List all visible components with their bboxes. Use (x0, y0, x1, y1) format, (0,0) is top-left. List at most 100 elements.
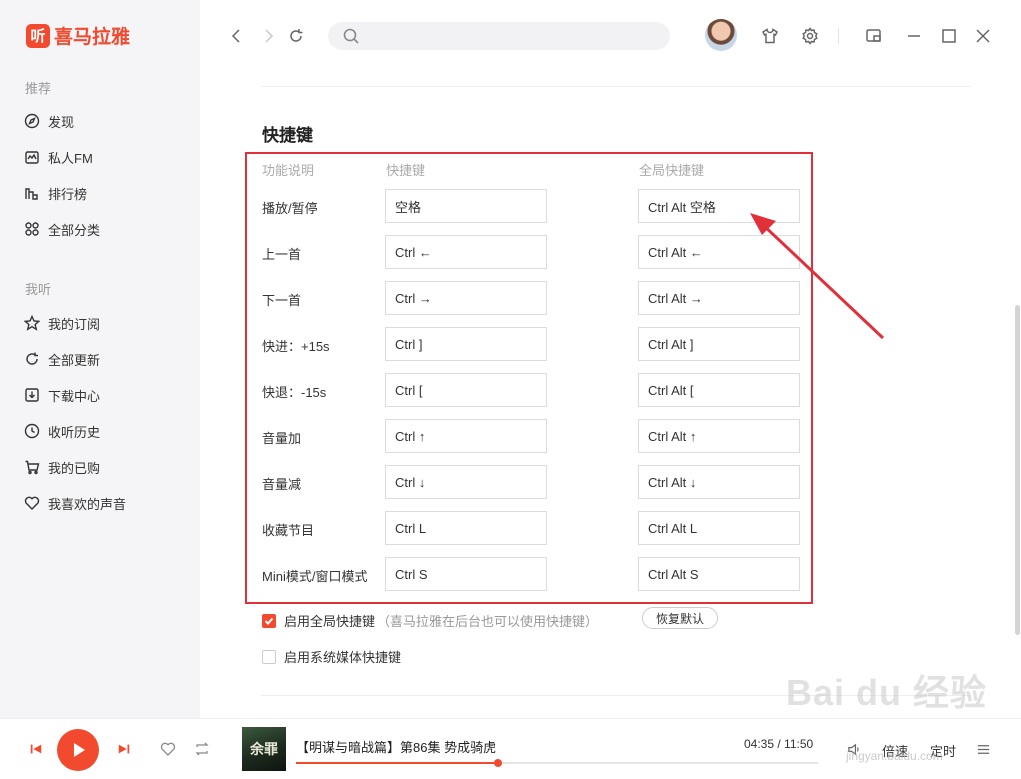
shortcut-key-field[interactable]: Ctrl ] (385, 327, 547, 361)
search-icon (342, 27, 360, 45)
shortcut-key-field[interactable]: Ctrl L (385, 511, 547, 545)
progress-fill (296, 762, 498, 764)
shortcut-key-field[interactable]: Ctrl [ (385, 373, 547, 407)
shortcut-label: 下一首 (262, 293, 302, 308)
back-button[interactable] (227, 26, 247, 46)
heart-icon (24, 495, 40, 511)
global-shortcut-key-field[interactable]: Ctrl Alt [ (638, 373, 800, 407)
global-shortcut-key-field[interactable]: Ctrl Alt S (638, 557, 800, 591)
shortcut-label: 收藏节目 (262, 523, 315, 538)
sidebar-item-fm[interactable]: 私人FM (24, 147, 93, 167)
heart-icon (160, 742, 176, 756)
shortcut-key-field[interactable]: Ctrl ↓ (385, 465, 547, 499)
search-input[interactable] (368, 26, 658, 46)
play-button[interactable] (57, 729, 99, 771)
album-cover[interactable]: 余罪 (242, 727, 286, 771)
sidebar-item-categories[interactable]: 全部分类 (24, 219, 100, 239)
watermark-url: jingyan.baidu.com (846, 749, 943, 763)
logo-mark: 听 (26, 23, 50, 48)
section-title-mine: 我听 (25, 282, 52, 297)
top-bar (200, 0, 1021, 72)
forward-button[interactable] (258, 26, 278, 46)
annotation-arrow (750, 213, 885, 340)
close-button[interactable] (973, 26, 993, 46)
sidebar-item-label: 全部分类 (48, 222, 101, 238)
radio-icon (24, 149, 40, 165)
shortcut-label: 音量加 (262, 431, 302, 446)
sidebar-item-label: 我的订阅 (48, 316, 101, 332)
shortcut-key-field[interactable]: Ctrl ← (385, 235, 547, 269)
next-icon (118, 744, 130, 754)
sidebar-item-discover[interactable]: 发现 (24, 111, 74, 131)
shortcut-label: 上一首 (262, 247, 302, 262)
global-shortcut-key-field[interactable]: Ctrl Alt L (638, 511, 800, 545)
forward-icon (265, 29, 274, 43)
section-title-recommend: 推荐 (25, 81, 52, 96)
enable-media-checkbox[interactable] (262, 649, 276, 664)
search-bar[interactable] (328, 22, 670, 50)
playlist-icon (977, 744, 989, 754)
enable-media-label: 启用系统媒体快捷键 (284, 650, 402, 665)
avatar[interactable] (705, 19, 737, 51)
sidebar-item-label: 我喜欢的声音 (48, 496, 127, 512)
sidebar-item-label: 全部更新 (48, 352, 101, 368)
watermark: Bai du 经验 (786, 672, 988, 713)
loop-button[interactable] (193, 740, 211, 758)
sidebar: 听 喜马拉雅 推荐 发现 私人FM 排行榜 全部分类 我听 我的订阅 全部更新 (0, 0, 200, 718)
previous-button[interactable] (28, 741, 44, 757)
skin-icon (762, 28, 778, 44)
sidebar-item-label: 发现 (48, 114, 75, 130)
shortcut-label: 快进：+15s (262, 339, 330, 354)
enable-global-checkbox[interactable] (262, 613, 276, 628)
settings-button[interactable] (800, 26, 820, 46)
maximize-icon (942, 29, 956, 43)
sidebar-item-purchased[interactable]: 我的已购 (24, 457, 100, 477)
logo-text: 喜马拉雅 (54, 27, 131, 48)
mini-mode-button[interactable] (864, 26, 884, 46)
grid-icon (24, 221, 40, 237)
track-title[interactable]: 【明谋与暗战篇】第86集 势成骑虎 (296, 737, 496, 756)
enable-global-shortcut-row[interactable]: 启用全局快捷键 （喜马拉雅在后台也可以使用快捷键） (262, 611, 598, 630)
app-logo[interactable]: 听 喜马拉雅 (26, 22, 130, 49)
shortcut-key-field[interactable]: Ctrl ↑ (385, 419, 547, 453)
sidebar-item-subscriptions[interactable]: 我的订阅 (24, 313, 100, 333)
playlist-button[interactable] (975, 741, 991, 757)
check-icon (264, 617, 274, 625)
play-icon (74, 743, 85, 757)
star-icon (24, 315, 40, 331)
sidebar-item-ranking[interactable]: 排行榜 (24, 183, 87, 203)
global-shortcut-key-field[interactable]: Ctrl Alt ↓ (638, 465, 800, 499)
sidebar-item-label: 我的已购 (48, 460, 101, 476)
close-icon (976, 29, 990, 43)
section-divider (261, 86, 971, 87)
sidebar-item-history[interactable]: 收听历史 (24, 421, 100, 441)
shortcut-key-field[interactable]: Ctrl → (385, 281, 547, 315)
enable-global-hint: （喜马拉雅在后台也可以使用快捷键） (377, 614, 599, 629)
maximize-button[interactable] (939, 26, 959, 46)
sidebar-item-updates[interactable]: 全部更新 (24, 349, 100, 369)
progress-knob[interactable] (494, 759, 502, 767)
scrollbar[interactable] (1015, 305, 1020, 635)
shortcut-label: 播放/暂停 (262, 201, 318, 216)
enable-media-shortcut-row[interactable]: 启用系统媒体快捷键 (262, 647, 401, 666)
minimize-button[interactable] (904, 26, 924, 46)
column-header-global-shortcut: 全局快捷键 (639, 163, 705, 178)
sidebar-item-liked[interactable]: 我喜欢的声音 (24, 493, 126, 513)
column-header-shortcut: 快捷键 (386, 163, 426, 178)
global-shortcut-key-field[interactable]: Ctrl Alt ↑ (638, 419, 800, 453)
compass-icon (24, 113, 40, 129)
ranking-icon (24, 185, 40, 201)
minimize-icon (908, 35, 920, 37)
like-button[interactable] (159, 740, 177, 758)
skin-button[interactable] (760, 26, 780, 46)
mini-mode-icon (866, 29, 881, 42)
reload-button[interactable] (286, 26, 306, 46)
refresh-icon (24, 351, 40, 367)
reset-default-button[interactable]: 恢复默认 (642, 607, 718, 629)
sidebar-item-downloads[interactable]: 下载中心 (24, 385, 100, 405)
shortcut-key-field[interactable]: Ctrl S (385, 557, 547, 591)
next-button[interactable] (116, 741, 132, 757)
shortcut-key-field[interactable]: 空格 (385, 189, 547, 223)
download-icon (24, 387, 40, 403)
sidebar-item-label: 私人FM (48, 150, 93, 166)
